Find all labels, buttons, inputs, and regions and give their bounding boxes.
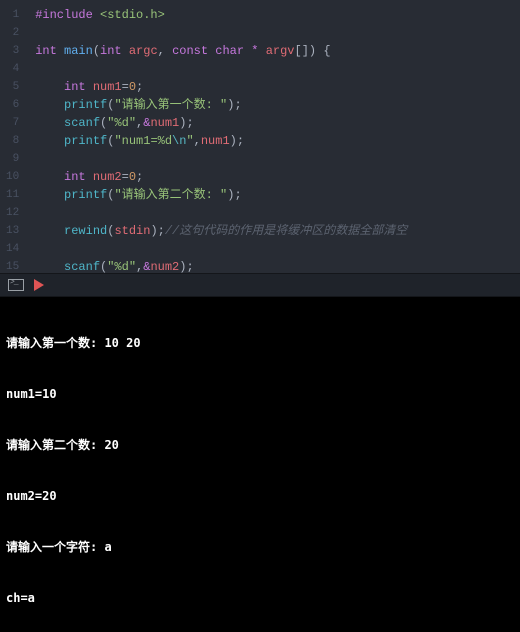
code-line[interactable]: int num2=0;: [35, 168, 512, 186]
code-line[interactable]: [35, 60, 512, 78]
code-line[interactable]: [35, 24, 512, 42]
line-number-gutter: 1 2 3 4 5 6 7 8 9 10 11 12 13 14 15 16 1…: [0, 0, 31, 273]
code-line[interactable]: [35, 150, 512, 168]
code-line[interactable]: scanf("%d",&num2);: [35, 258, 512, 273]
code-line[interactable]: int num1=0;: [35, 78, 512, 96]
terminal-line: num1=10: [6, 386, 514, 403]
code-line[interactable]: int main(int argc, const char * argv[]) …: [35, 42, 512, 60]
code-line[interactable]: [35, 240, 512, 258]
line-number: 12: [6, 204, 31, 222]
code-line[interactable]: printf("请输入第一个数: ");: [35, 96, 512, 114]
terminal-line: num2=20: [6, 488, 514, 505]
terminal-line: 请输入一个字符: a: [6, 539, 514, 556]
line-number: 3: [6, 42, 31, 60]
terminal-icon[interactable]: [8, 279, 24, 291]
line-number: 14: [6, 240, 31, 258]
line-number: 9: [6, 150, 31, 168]
terminal-output[interactable]: 请输入第一个数: 10 20 num1=10 请输入第二个数: 20 num2=…: [0, 297, 520, 632]
line-number: 7: [6, 114, 31, 132]
code-line[interactable]: printf("num1=%d\n",num1);: [35, 132, 512, 150]
code-line[interactable]: [35, 204, 512, 222]
line-number: 11: [6, 186, 31, 204]
code-line[interactable]: printf("请输入第二个数: ");: [35, 186, 512, 204]
line-number: 5: [6, 78, 31, 96]
code-line[interactable]: scanf("%d",&num1);: [35, 114, 512, 132]
line-number: 15: [6, 258, 31, 273]
line-number: 13: [6, 222, 31, 240]
terminal-toolbar: [0, 273, 520, 297]
line-number: 1: [6, 6, 31, 24]
run-icon[interactable]: [34, 279, 44, 291]
line-number: 6: [6, 96, 31, 114]
code-line[interactable]: #include <stdio.h>: [35, 6, 512, 24]
line-number: 2: [6, 24, 31, 42]
code-editor[interactable]: 1 2 3 4 5 6 7 8 9 10 11 12 13 14 15 16 1…: [0, 0, 520, 273]
terminal-line: ch=a: [6, 590, 514, 607]
line-number: 8: [6, 132, 31, 150]
code-line[interactable]: rewind(stdin);//这句代码的作用是将缓冲区的数据全部清空: [35, 222, 512, 240]
terminal-line: 请输入第二个数: 20: [6, 437, 514, 454]
terminal-line: 请输入第一个数: 10 20: [6, 335, 514, 352]
line-number: 4: [6, 60, 31, 78]
code-area[interactable]: #include <stdio.h> int main(int argc, co…: [31, 0, 520, 273]
line-number: 10: [6, 168, 31, 186]
